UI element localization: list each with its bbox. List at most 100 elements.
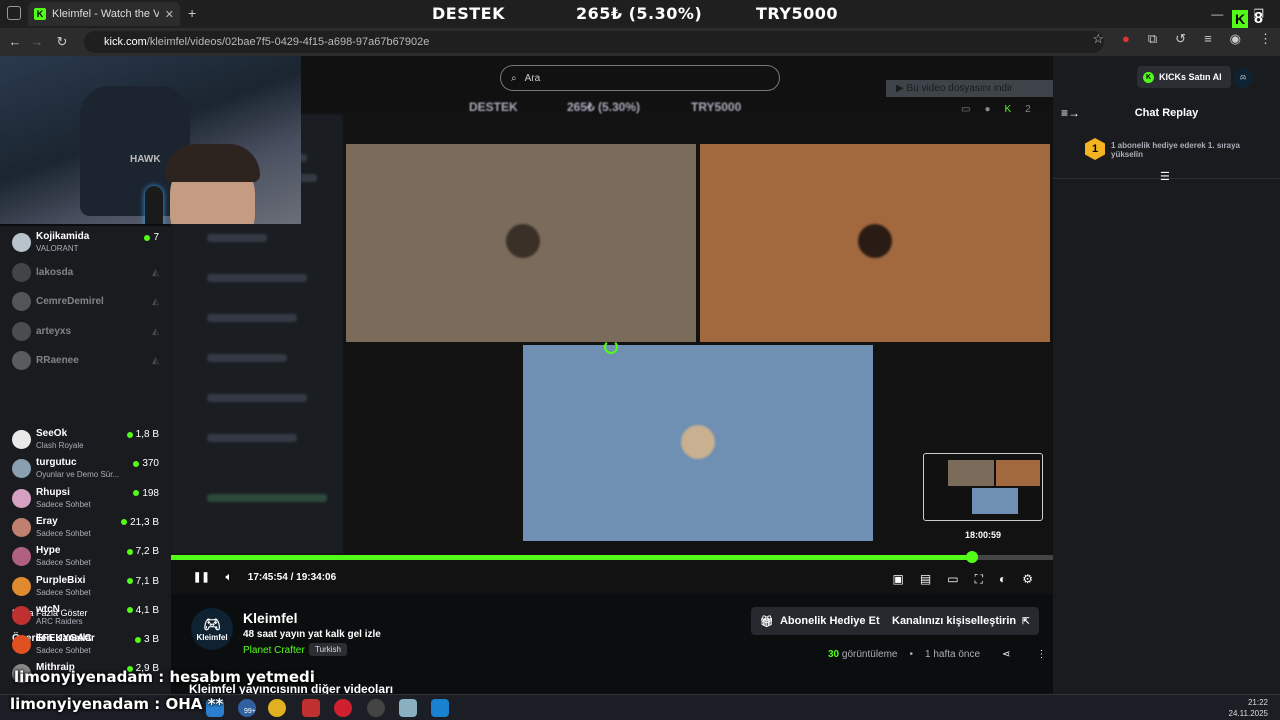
- viewer-count-value: 7,2 B: [135, 546, 159, 558]
- offline-icon: ◭: [152, 355, 159, 365]
- media-control-icon[interactable]: ≡: [1204, 31, 1212, 47]
- tab-search-icon[interactable]: [7, 6, 21, 20]
- clip-icon[interactable]: ▤: [920, 572, 931, 587]
- recommended-channel[interactable]: PurpleBixi Sadece Sohbet 7,1 B: [0, 572, 171, 601]
- followed-channel[interactable]: arteyxs ◭: [0, 317, 171, 346]
- download-banner[interactable]: ▶ Bu video dosyasını indir: [886, 80, 1053, 97]
- search-input[interactable]: ⌕ Ara: [500, 65, 780, 91]
- pause-icon[interactable]: ❚❚: [193, 572, 210, 583]
- browser-toolbar: ← → ↻ kick.com/kleimfel/videos/02bae7f5-…: [0, 28, 1280, 56]
- leaderboard-rank-badge: 1: [1085, 138, 1105, 160]
- recommended-channel[interactable]: turgutuc Oyunlar ve Demo Sür... 370: [0, 454, 171, 483]
- gamepad-icon: 🎮︎: [203, 616, 221, 632]
- followed-channel[interactable]: CemreDemirel ◭: [0, 287, 171, 316]
- channel-name: CemreDemirel: [36, 296, 104, 307]
- system-clock[interactable]: 21:22 24.11.2025: [1229, 697, 1268, 719]
- taskbar-app-icon[interactable]: [431, 699, 449, 717]
- more-options-icon[interactable]: ⋮: [1036, 649, 1046, 660]
- video-call-tile: [346, 144, 696, 342]
- miniplayer-icon[interactable]: ▣: [893, 572, 904, 587]
- views-count: 30: [828, 649, 840, 660]
- overlay-banner-goal: TRY5000: [756, 4, 838, 23]
- taskbar-app-icon[interactable]: [334, 699, 352, 717]
- channel-avatar[interactable]: 🎮︎ Kleimfel: [191, 608, 233, 650]
- close-tab-icon[interactable]: ✕: [165, 8, 174, 21]
- live-dot-icon: [144, 234, 151, 241]
- offline-icon: ◭: [152, 296, 159, 306]
- extensions-puzzle-icon[interactable]: ⧉: [1148, 31, 1157, 47]
- buy-kicks-button[interactable]: K KICKs Satın Al: [1137, 66, 1231, 88]
- viewer-count-value: 1,8 B: [135, 429, 159, 440]
- recommended-channel[interactable]: Eray Sadece Sohbet 21,3 B: [0, 513, 171, 542]
- channel-name: lakosda: [36, 266, 74, 278]
- kick-small-icon: K: [1004, 104, 1012, 115]
- fullscreen-icon[interactable]: ⛶: [975, 572, 983, 587]
- recommended-channel[interactable]: Hype Sadece Sohbet 7,2 B: [0, 542, 171, 571]
- recommended-channel[interactable]: SeeOk Clash Royale 1,8 B: [0, 425, 171, 454]
- followed-channel[interactable]: RRaenee ◭: [0, 346, 171, 375]
- chrome-icon[interactable]: [268, 699, 286, 717]
- url-host: kick.com: [104, 36, 147, 48]
- blur-banner-amount: 265₺ (5.30%): [567, 100, 641, 114]
- reload-icon[interactable]: ↻: [52, 34, 72, 50]
- viewer-count-value: 370: [142, 458, 159, 470]
- channel-avatar: [12, 262, 31, 282]
- address-bar[interactable]: kick.com/kleimfel/videos/02bae7f5-0429-4…: [84, 31, 1104, 53]
- recommended-channel[interactable]: wtcN ARC Raiders 4,1 B: [0, 601, 171, 630]
- taskbar-app-icon[interactable]: [367, 699, 385, 717]
- viewer-count-value: 198: [142, 487, 159, 499]
- clock-date: 24.11.2025: [1228, 709, 1268, 718]
- followed-channel[interactable]: lakosda ◭: [0, 258, 171, 287]
- external-link-icon: ⇱: [1022, 615, 1030, 626]
- playback-speed-icon[interactable]: ◐: [999, 572, 1006, 587]
- volume-icon[interactable]: 🔈︎: [226, 572, 232, 583]
- customize-channel-button[interactable]: Kanalınızı kişiselleştirin ⇱: [883, 607, 1039, 635]
- forward-icon[interactable]: →: [27, 34, 47, 49]
- category-link[interactable]: Planet Crafter: [243, 645, 305, 656]
- settings-gear-icon[interactable]: ⚙: [1022, 572, 1033, 587]
- gift-icon: 🎁︎: [760, 615, 774, 628]
- share-icon[interactable]: ⋖: [1002, 649, 1010, 660]
- recommended-channel[interactable]: EFEUYGAC Sadece Sohbet 3 B: [0, 630, 171, 659]
- offline-icon: ◭: [152, 325, 159, 336]
- user-avatar[interactable]: 🎮︎: [1233, 68, 1253, 88]
- expand-pinned-icon[interactable]: ☰: [1160, 170, 1170, 183]
- viewer-count: 7: [144, 232, 159, 243]
- recommended-channel[interactable]: Rhupsi Sadece Sohbet 198: [0, 484, 171, 513]
- bookmark-star-icon[interactable]: ☆: [1092, 31, 1104, 47]
- channel-name[interactable]: Kleimfel: [243, 610, 297, 626]
- new-tab-icon[interactable]: +: [188, 5, 196, 21]
- kicks-coin-icon: K: [1143, 71, 1154, 83]
- channel-avatar: [12, 351, 31, 370]
- progress-bar[interactable]: [171, 551, 1053, 563]
- channel-category: ARC Raiders: [36, 616, 83, 626]
- taskbar-app-icon[interactable]: [302, 699, 320, 717]
- channel-name: turgutuc: [36, 457, 77, 469]
- gift-subscription-button[interactable]: 🎁︎ Abonelik Hediye Et: [751, 607, 889, 635]
- back-icon[interactable]: ←: [5, 34, 25, 49]
- channel-avatar-text: Kleimfel: [196, 633, 228, 642]
- kick-favicon-icon: K: [34, 8, 46, 20]
- taskbar-app-icon[interactable]: [399, 699, 417, 717]
- language-tag[interactable]: Turkish: [309, 643, 347, 656]
- minimize-icon[interactable]: —: [1211, 7, 1223, 21]
- theater-mode-icon[interactable]: ▭: [947, 572, 958, 587]
- download-banner-text: Bu video dosyasını indir: [906, 83, 1013, 94]
- buy-kicks-label: KICKs Satın Al: [1159, 72, 1222, 82]
- customize-button-label: Kanalınızı kişiselleştirin: [892, 615, 1017, 627]
- followed-channel[interactable]: Kojikamida VALORANT 7: [0, 228, 171, 257]
- browser-tab[interactable]: K Kleimfel - Watch the VOD on Ki ✕: [28, 2, 180, 26]
- history-icon[interactable]: ↺: [1175, 31, 1186, 47]
- viewer-count: 4,1 B: [126, 605, 159, 616]
- monitor-icon: ▭: [961, 104, 971, 115]
- channel-category: Oyunlar ve Demo Sür...: [36, 470, 120, 480]
- channel-name: Kojikamida: [36, 231, 90, 242]
- channel-category: VALORANT: [36, 244, 79, 253]
- extension-icon[interactable]: ●: [1122, 31, 1130, 47]
- search-icon: ⌕: [511, 72, 517, 84]
- channel-name: Eray: [36, 515, 58, 527]
- profile-icon[interactable]: ◉: [1230, 31, 1241, 47]
- channel-avatar: [12, 488, 31, 508]
- video-player[interactable]: ⌕ Ara ▶ Bu video dosyasını indir DESTEK …: [171, 56, 1053, 594]
- browser-menu-icon[interactable]: ⋮: [1259, 31, 1272, 47]
